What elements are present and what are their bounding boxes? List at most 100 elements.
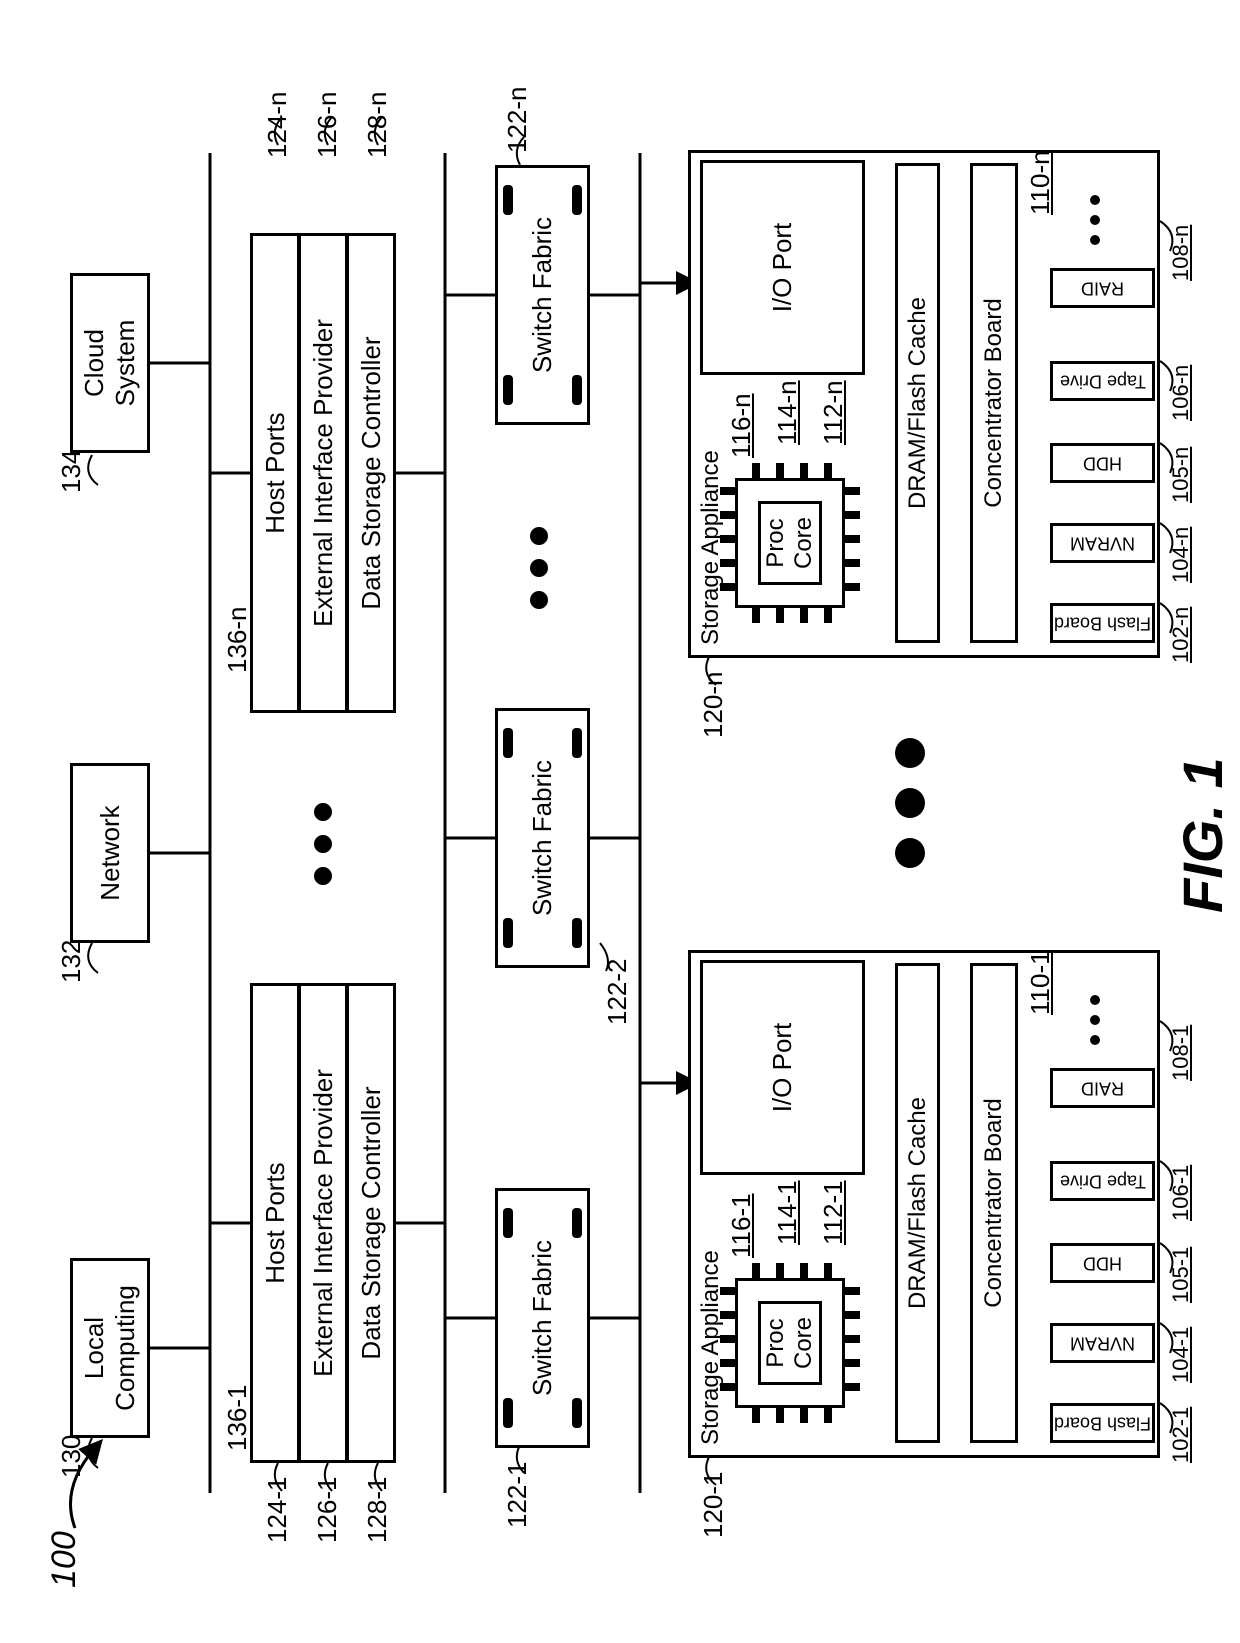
chip-pin	[720, 583, 738, 591]
notch	[572, 1398, 582, 1428]
chip-pin	[800, 1405, 808, 1423]
dev-raid-right: RAID	[1050, 268, 1155, 308]
chip-pin	[752, 1263, 760, 1281]
ellipsis-dot	[895, 738, 925, 768]
chip-pin	[776, 605, 784, 623]
chip-pin	[720, 1359, 738, 1367]
ext-if-right: External Interface Provider	[298, 233, 348, 713]
ellipsis-dot	[314, 803, 332, 821]
ref-136-1: 136-1	[222, 1385, 253, 1452]
notch	[503, 1208, 513, 1238]
chip-pin	[720, 1311, 738, 1319]
ref-106-1: 106-1	[1168, 1165, 1194, 1221]
notch	[572, 918, 582, 948]
ref-132: 132	[56, 940, 87, 983]
chip-pin	[800, 463, 808, 481]
ref-116-n: 116-n	[726, 393, 757, 458]
proc-core-inner	[758, 1301, 822, 1385]
network-box: Network	[70, 763, 150, 943]
ref-102-1: 102-1	[1168, 1407, 1194, 1463]
chip-pin	[720, 559, 738, 567]
chip-pin	[842, 535, 860, 543]
ellipsis-dot	[530, 591, 548, 609]
chip-pin	[842, 559, 860, 567]
ellipsis-dot	[895, 838, 925, 868]
ref-104-n: 104-n	[1168, 527, 1194, 583]
chip-pin	[800, 1263, 808, 1281]
chip-pin	[776, 463, 784, 481]
chip-pin	[842, 511, 860, 519]
notch	[503, 1398, 513, 1428]
chip-pin	[824, 1263, 832, 1281]
chip-pin	[842, 1287, 860, 1295]
ref-128-n: 128-n	[362, 92, 393, 159]
ref-124-1: 124-1	[262, 1477, 293, 1544]
ref-110-1: 110-1	[1025, 950, 1056, 1015]
chip-pin	[752, 1405, 760, 1423]
ref-128-1: 128-1	[362, 1477, 393, 1544]
chip-pin	[842, 1383, 860, 1391]
chip-pin	[752, 463, 760, 481]
ref-105-n: 105-n	[1168, 447, 1194, 503]
ref-120-n: 120-n	[698, 672, 729, 739]
chip-pin	[720, 1335, 738, 1343]
ellipsis-dot	[1090, 1015, 1100, 1025]
ref-122-1: 122-1	[502, 1462, 533, 1529]
notch	[503, 728, 513, 758]
concentrator-right: Concentrator Board	[970, 163, 1018, 643]
dev-nvram-right: NVRAM	[1050, 523, 1155, 563]
chip-pin	[842, 1359, 860, 1367]
chip-pin	[720, 511, 738, 519]
storage-appliance-title: Storage Appliance	[697, 1250, 725, 1445]
concentrator-left: Concentrator Board	[970, 963, 1018, 1443]
host-ports-right: Host Ports	[250, 233, 300, 713]
dram-cache-right: DRAM/Flash Cache	[895, 163, 940, 643]
ellipsis-dot	[1090, 195, 1100, 205]
ref-116-1: 116-1	[726, 1193, 757, 1258]
ellipsis-dot	[530, 527, 548, 545]
cloud-system-box: Cloud System	[70, 273, 150, 453]
notch	[503, 185, 513, 215]
ref-104-1: 104-1	[1168, 1327, 1194, 1383]
ref-122-n: 122-n	[502, 87, 533, 154]
ref-134: 134	[56, 450, 87, 493]
ellipsis-dot	[1090, 995, 1100, 1005]
notch	[503, 918, 513, 948]
host-ports-left: Host Ports	[250, 983, 300, 1463]
chip-pin	[842, 1311, 860, 1319]
ref-130: 130	[56, 1435, 87, 1478]
dev-raid-left: RAID	[1050, 1068, 1155, 1108]
dsc-right: Data Storage Controller	[346, 233, 396, 713]
ref-112-1: 112-1	[818, 1180, 849, 1245]
dev-nvram-left: NVRAM	[1050, 1323, 1155, 1363]
ref-114-1: 114-1	[772, 1180, 803, 1245]
ellipsis-dot	[1090, 1035, 1100, 1045]
figure-title: FIG. 1	[1170, 757, 1235, 913]
ref-108-1: 108-1	[1168, 1025, 1194, 1081]
notch	[503, 375, 513, 405]
notch	[572, 1208, 582, 1238]
chip-pin	[720, 535, 738, 543]
dram-cache-left: DRAM/Flash Cache	[895, 963, 940, 1443]
figure-ref-100: 100	[45, 1531, 84, 1588]
ref-102-n: 102-n	[1168, 607, 1194, 663]
local-computing-box: Local Computing	[70, 1258, 150, 1438]
proc-core-inner	[758, 501, 822, 585]
dev-hdd-left: HDD	[1050, 1243, 1155, 1283]
chip-pin	[842, 487, 860, 495]
storage-appliance-title: Storage Appliance	[697, 450, 725, 645]
ref-114-n: 114-n	[772, 380, 803, 445]
chip-pin	[720, 487, 738, 495]
chip-pin	[842, 1335, 860, 1343]
diagram-stage: 100 Local Computing 130 Network 132 Clou…	[0, 0, 1240, 1643]
notch	[572, 185, 582, 215]
ref-122-2: 122-2	[602, 959, 633, 1026]
ref-110-n: 110-n	[1025, 150, 1056, 215]
ref-108-n: 108-n	[1168, 225, 1194, 281]
chip-pin	[720, 1383, 738, 1391]
io-port-left: I/O Port	[700, 960, 865, 1175]
ref-112-n: 112-n	[818, 380, 849, 445]
ellipsis-dot	[314, 835, 332, 853]
ellipsis-dot	[314, 867, 332, 885]
dev-flash-board-left: Flash Board	[1050, 1403, 1155, 1443]
